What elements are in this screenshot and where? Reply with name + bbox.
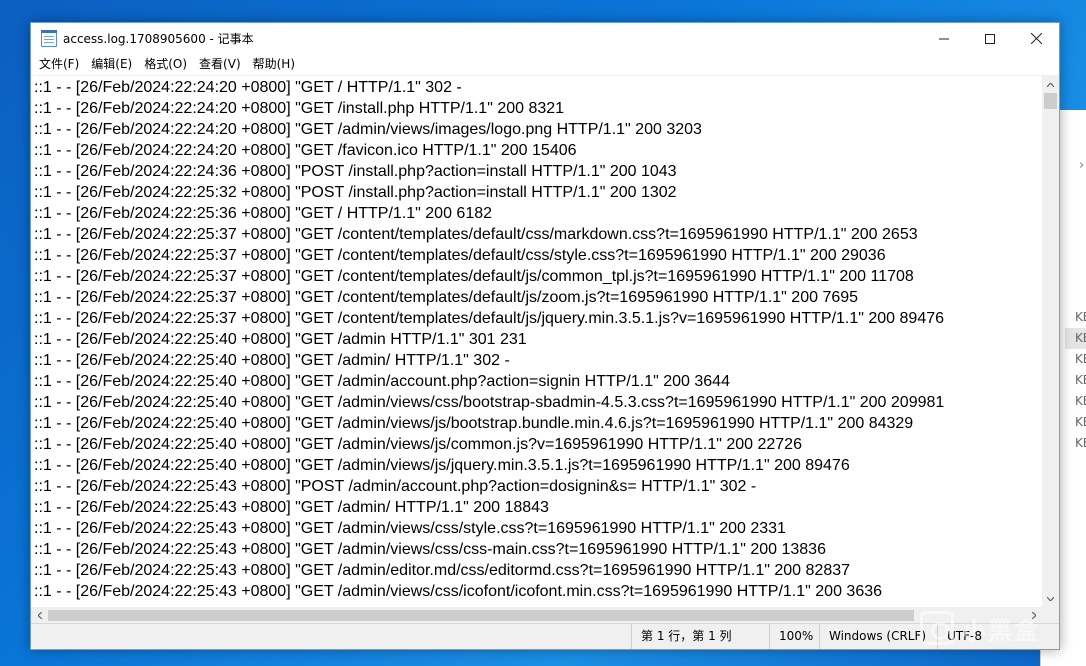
window-title: access.log.1708905600 - 记事本: [63, 32, 254, 46]
watermark-logo-icon: [920, 611, 954, 645]
chevron-left-icon: [37, 612, 42, 619]
horizontal-scroll-thumb[interactable]: [48, 610, 914, 621]
log-line: ::1 - - [26/Feb/2024:22:25:40 +0800] "GE…: [34, 373, 730, 390]
log-line: ::1 - - [26/Feb/2024:22:25:37 +0800] "GE…: [34, 289, 859, 306]
log-line: ::1 - - [26/Feb/2024:22:25:40 +0800] "GE…: [34, 331, 527, 348]
vertical-scrollbar[interactable]: [1042, 76, 1059, 607]
scroll-down-button[interactable]: [1042, 590, 1059, 607]
scroll-left-button[interactable]: [31, 607, 48, 624]
file-size-label: KB: [1074, 310, 1086, 324]
watermark: 小黑盒: [920, 606, 1060, 650]
log-line: ::1 - - [26/Feb/2024:22:25:43 +0800] "GE…: [34, 499, 549, 516]
menu-item[interactable]: 编辑(E): [85, 54, 138, 75]
chevron-up-icon: [1047, 82, 1054, 87]
chevron-down-icon: [1047, 596, 1054, 601]
vertical-scroll-thumb[interactable]: [1044, 93, 1057, 109]
log-line: ::1 - - [26/Feb/2024:22:25:40 +0800] "GE…: [34, 352, 510, 369]
maximize-button[interactable]: [967, 23, 1013, 54]
log-line: ::1 - - [26/Feb/2024:22:25:37 +0800] "GE…: [34, 226, 918, 243]
title-bar[interactable]: access.log.1708905600 - 记事本: [31, 23, 1059, 54]
minimize-button[interactable]: [921, 23, 967, 54]
menu-item[interactable]: 文件(F): [33, 54, 85, 75]
menu-item[interactable]: 帮助(H): [247, 54, 301, 75]
scroll-up-button[interactable]: [1042, 76, 1059, 93]
file-size-label: KB: [1074, 415, 1086, 429]
log-line: ::1 - - [26/Feb/2024:22:24:20 +0800] "GE…: [34, 142, 577, 159]
chevron-right-icon: ›: [1079, 158, 1085, 173]
log-line: ::1 - - [26/Feb/2024:22:25:40 +0800] "GE…: [34, 457, 850, 474]
log-line: ::1 - - [26/Feb/2024:22:25:40 +0800] "GE…: [34, 394, 945, 411]
menu-item[interactable]: 格式(O): [138, 54, 193, 75]
log-line: ::1 - - [26/Feb/2024:22:24:36 +0800] "PO…: [34, 163, 677, 180]
menu-item[interactable]: 查看(V): [193, 54, 247, 75]
editor: ::1 - - [26/Feb/2024:22:24:20 +0800] "GE…: [31, 75, 1059, 624]
notepad-icon: [41, 29, 57, 47]
file-size-label: KB: [1074, 373, 1086, 387]
log-line: ::1 - - [26/Feb/2024:22:25:43 +0800] "GE…: [34, 562, 851, 579]
notepad-window: access.log.1708905600 - 记事本 文件(F) 编辑(E) 格式…: [30, 22, 1060, 650]
file-size-label: KB: [1074, 394, 1086, 408]
file-size-label: KB: [1065, 328, 1086, 349]
log-line: ::1 - - [26/Feb/2024:22:25:32 +0800] "PO…: [34, 184, 677, 201]
log-line: ::1 - - [26/Feb/2024:22:25:37 +0800] "GE…: [34, 310, 945, 327]
file-size-label: KB: [1074, 352, 1086, 366]
log-line: ::1 - - [26/Feb/2024:22:25:36 +0800] "GE…: [34, 205, 493, 222]
log-line: ::1 - - [26/Feb/2024:22:25:43 +0800] "GE…: [34, 583, 883, 600]
menu-bar: 文件(F) 编辑(E) 格式(O) 查看(V) 帮助(H): [31, 54, 1059, 75]
cursor-position: 第 1 行，第 1 列: [631, 624, 763, 649]
zoom-level: 100%: [769, 624, 819, 649]
log-line: ::1 - - [26/Feb/2024:22:25:40 +0800] "GE…: [34, 436, 802, 453]
minimize-icon: [939, 38, 949, 39]
log-line: ::1 - - [26/Feb/2024:22:24:20 +0800] "GE…: [34, 100, 565, 117]
log-line: ::1 - - [26/Feb/2024:22:25:43 +0800] "GE…: [34, 520, 786, 537]
file-size-label: KB: [1074, 436, 1086, 450]
text-content[interactable]: ::1 - - [26/Feb/2024:22:24:20 +0800] "GE…: [31, 76, 1042, 607]
status-bar: 第 1 行，第 1 列 100% Windows (CRLF) UTF-8: [31, 623, 1059, 649]
log-line: ::1 - - [26/Feb/2024:22:25:37 +0800] "GE…: [34, 247, 886, 264]
log-line: ::1 - - [26/Feb/2024:22:25:43 +0800] "GE…: [34, 541, 826, 558]
close-button[interactable]: [1013, 23, 1059, 54]
horizontal-scrollbar[interactable]: [31, 607, 1042, 624]
log-line: ::1 - - [26/Feb/2024:22:25:37 +0800] "GE…: [34, 268, 914, 285]
log-line: ::1 - - [26/Feb/2024:22:24:20 +0800] "GE…: [34, 79, 462, 96]
close-icon: [1030, 33, 1042, 44]
watermark-text: 小黑盒: [962, 616, 1040, 645]
window-controls: [921, 23, 1059, 54]
log-line: ::1 - - [26/Feb/2024:22:24:20 +0800] "GE…: [34, 121, 702, 138]
log-line: ::1 - - [26/Feb/2024:22:25:40 +0800] "GE…: [34, 415, 914, 432]
log-line: ::1 - - [26/Feb/2024:22:25:43 +0800] "PO…: [34, 478, 757, 495]
maximize-icon: [985, 33, 995, 44]
